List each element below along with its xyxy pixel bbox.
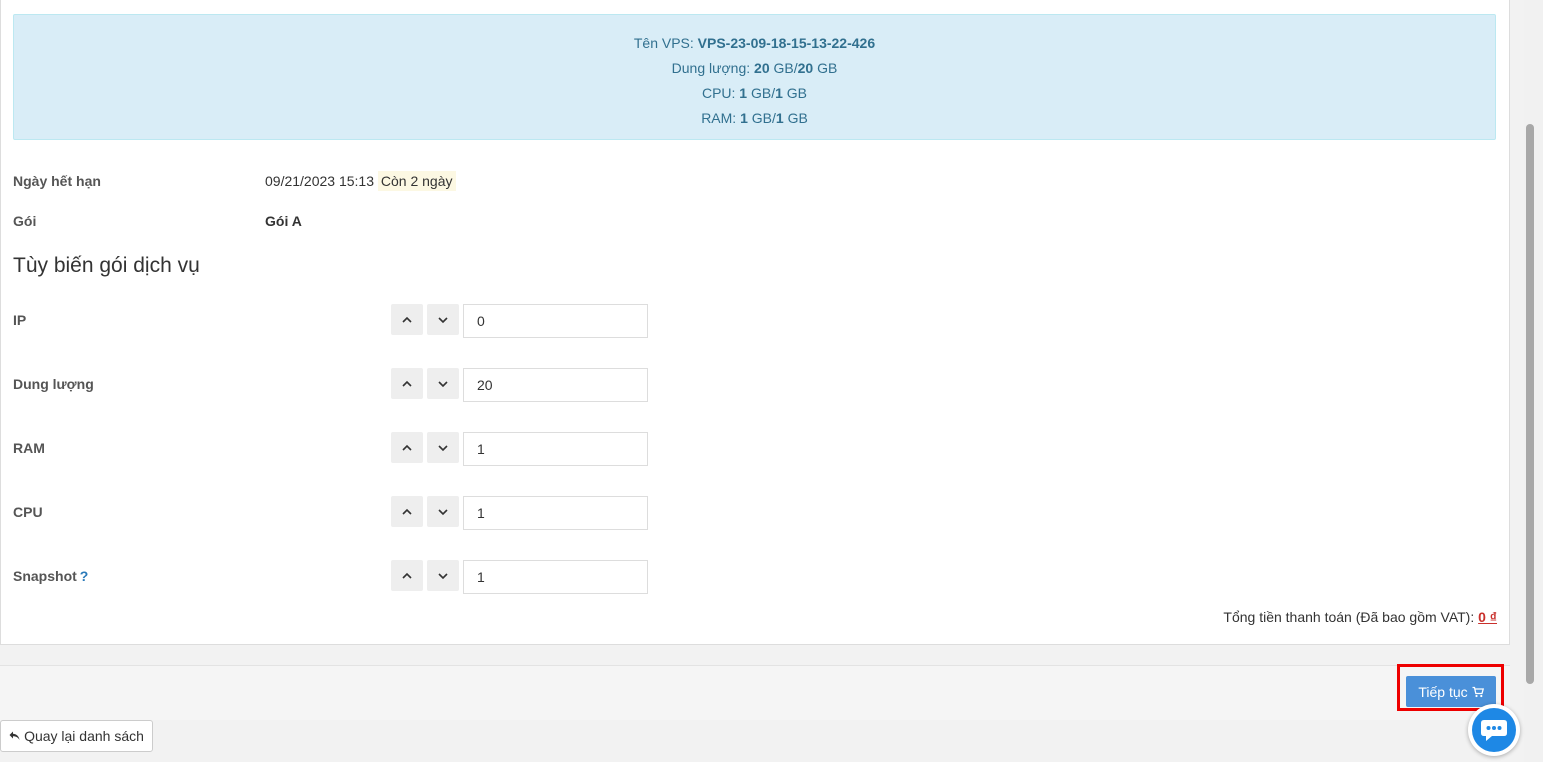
- storage-input[interactable]: [463, 368, 648, 402]
- cpu-input[interactable]: [463, 496, 648, 530]
- ram-input[interactable]: [463, 432, 648, 466]
- ram-row: RAM: [1, 432, 701, 466]
- cpu-decrement-button[interactable]: [427, 496, 459, 527]
- chevron-up-icon: [402, 572, 412, 579]
- back-to-list-button[interactable]: Quay lại danh sách: [0, 720, 153, 752]
- storage-row: Dung lượng: [1, 368, 701, 402]
- ip-input[interactable]: [463, 304, 648, 338]
- ip-decrement-button[interactable]: [427, 304, 459, 335]
- reply-arrow-icon: [9, 731, 20, 740]
- ip-row: IP: [1, 304, 701, 338]
- total-amount: 0 ₫: [1478, 609, 1497, 625]
- cpu-label: CPU: [13, 504, 43, 520]
- cpu-increment-button[interactable]: [391, 496, 423, 527]
- continue-button[interactable]: Tiếp tục: [1406, 676, 1496, 707]
- storage-increment-button[interactable]: [391, 368, 423, 399]
- ram-increment-button[interactable]: [391, 432, 423, 463]
- package-label: Gói: [13, 213, 37, 229]
- scrollbar-thumb[interactable]: [1526, 124, 1534, 684]
- vps-name-line: Tên VPS: VPS-23-09-18-15-13-22-426: [633, 35, 876, 51]
- days-left-badge: Còn 2 ngày: [377, 171, 456, 191]
- cpu-row: CPU: [1, 496, 701, 530]
- vps-info-box: Tên VPS: VPS-23-09-18-15-13-22-426 Dung …: [13, 14, 1496, 140]
- ip-increment-button[interactable]: [391, 304, 423, 335]
- snapshot-row: Snapshot?: [1, 560, 701, 594]
- section-title: Tùy biến gói dịch vụ: [13, 254, 200, 277]
- snapshot-help-icon[interactable]: ?: [80, 568, 89, 584]
- chevron-up-icon: [402, 316, 412, 323]
- vps-name: VPS-23-09-18-15-13-22-426: [697, 35, 876, 51]
- ram-label: RAM: [13, 440, 45, 456]
- snapshot-decrement-button[interactable]: [427, 560, 459, 591]
- chat-widget-button[interactable]: [1468, 704, 1520, 756]
- vps-ram-line: RAM: 1 GB/1 GB: [701, 110, 808, 126]
- storage-decrement-button[interactable]: [427, 368, 459, 399]
- snapshot-increment-button[interactable]: [391, 560, 423, 591]
- ram-decrement-button[interactable]: [427, 432, 459, 463]
- chevron-down-icon: [438, 508, 448, 515]
- vps-storage-line: Dung lượng: 20 GB/20 GB: [671, 60, 838, 76]
- chevron-up-icon: [402, 380, 412, 387]
- expiry-label: Ngày hết hạn: [13, 173, 101, 189]
- snapshot-label: Snapshot?: [13, 568, 89, 584]
- chevron-down-icon: [438, 572, 448, 579]
- package-value: Gói A: [265, 213, 302, 229]
- cart-icon: [1472, 686, 1484, 697]
- expiry-value: 09/21/2023 15:13 Còn 2 ngày: [265, 171, 456, 191]
- chevron-down-icon: [438, 316, 448, 323]
- chat-bubble-icon: [1481, 720, 1507, 741]
- chevron-up-icon: [402, 444, 412, 451]
- chevron-down-icon: [438, 444, 448, 451]
- storage-label: Dung lượng: [13, 376, 94, 392]
- chevron-up-icon: [402, 508, 412, 515]
- snapshot-input[interactable]: [463, 560, 648, 594]
- order-card: Tên VPS: VPS-23-09-18-15-13-22-426 Dung …: [0, 0, 1510, 645]
- chevron-down-icon: [438, 380, 448, 387]
- vps-cpu-line: CPU: 1 GB/1 GB: [701, 85, 808, 101]
- total-payment: Tổng tiền thanh toán (Đã bao gồm VAT): 0…: [1223, 609, 1497, 625]
- footer-bar: [0, 665, 1510, 720]
- ip-label: IP: [13, 312, 27, 328]
